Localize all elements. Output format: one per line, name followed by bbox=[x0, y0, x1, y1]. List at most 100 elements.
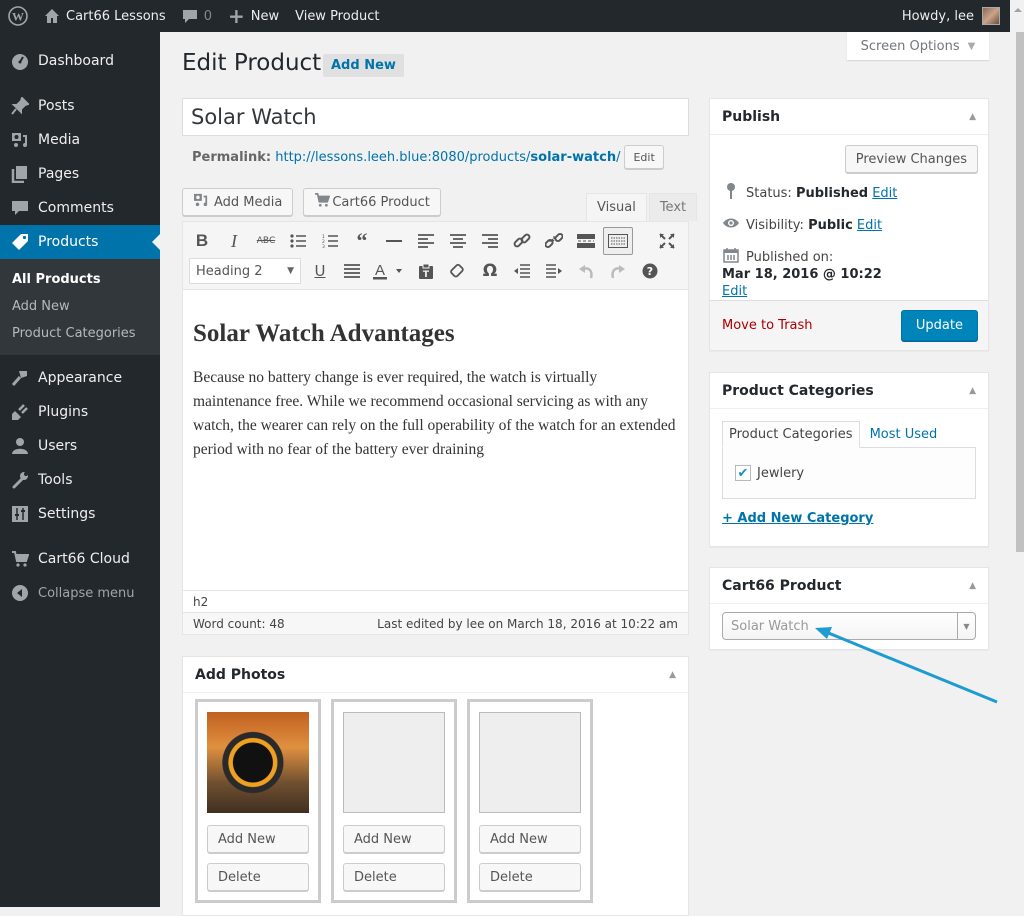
align-center-icon[interactable] bbox=[443, 227, 473, 255]
link-icon[interactable] bbox=[507, 227, 537, 255]
tab-visual[interactable]: Visual bbox=[586, 193, 647, 221]
photo-delete-button[interactable]: Delete bbox=[207, 863, 309, 891]
photo-delete-button[interactable]: Delete bbox=[479, 863, 581, 891]
editor-content-area[interactable]: Solar Watch Advantages Because no batter… bbox=[183, 290, 688, 590]
product-categories-header[interactable]: Product Categories ▲ bbox=[710, 373, 988, 409]
edit-permalink-button[interactable]: Edit bbox=[624, 145, 664, 169]
edit-status-link[interactable]: Edit bbox=[872, 186, 897, 201]
move-to-trash-link[interactable]: Move to Trash bbox=[722, 318, 813, 333]
cart66-product-header[interactable]: Cart66 Product ▲ bbox=[710, 568, 988, 604]
justify-icon[interactable] bbox=[337, 257, 367, 285]
update-button[interactable]: Update bbox=[900, 310, 978, 341]
add-photos-title: Add Photos bbox=[195, 666, 286, 683]
outdent-icon[interactable] bbox=[507, 257, 537, 285]
strikethrough-icon[interactable]: ABC bbox=[251, 227, 281, 255]
collapse-toggle-icon[interactable]: ▲ bbox=[969, 581, 976, 591]
preview-changes-button[interactable]: Preview Changes bbox=[844, 145, 978, 173]
collapse-toggle-icon[interactable]: ▲ bbox=[969, 112, 976, 122]
add-photos-box: Add Photos ▲ Add New Delete Add New Dele… bbox=[182, 656, 689, 916]
my-account-menu[interactable]: Howdy, lee bbox=[894, 0, 1010, 32]
cart66-product-select[interactable]: Solar Watch ▼ bbox=[722, 612, 976, 640]
photo-add-new-button[interactable]: Add New bbox=[207, 825, 309, 853]
bullet-list-icon[interactable] bbox=[283, 227, 313, 255]
add-media-button[interactable]: Add Media bbox=[182, 188, 294, 216]
bold-icon[interactable]: B bbox=[187, 227, 217, 255]
help-icon[interactable]: ? bbox=[635, 257, 665, 285]
page-scrollbar[interactable] bbox=[1010, 0, 1024, 907]
post-title-input[interactable]: Solar Watch bbox=[182, 98, 689, 136]
collapse-toggle-icon[interactable]: ▲ bbox=[669, 670, 676, 680]
sidebar-item-label: Products bbox=[38, 234, 99, 250]
add-new-category-link[interactable]: + Add New Category bbox=[722, 511, 976, 526]
indent-icon[interactable] bbox=[539, 257, 569, 285]
comments-link[interactable]: 0 bbox=[174, 0, 220, 32]
edit-date-link[interactable]: Edit bbox=[722, 284, 978, 299]
sidebar-item-settings[interactable]: Settings bbox=[0, 497, 160, 531]
sidebar-item-media[interactable]: Media bbox=[0, 123, 160, 157]
clear-formatting-icon[interactable] bbox=[443, 257, 473, 285]
sidebar-item-pages[interactable]: Pages bbox=[0, 157, 160, 191]
sidebar-item-users[interactable]: Users bbox=[0, 429, 160, 463]
photo-add-new-button[interactable]: Add New bbox=[343, 825, 445, 853]
horizontal-line-icon[interactable] bbox=[379, 227, 409, 255]
sidebar-item-plugins[interactable]: Plugins bbox=[0, 395, 160, 429]
permalink-link[interactable]: http://lessons.leeh.blue:8080/products/s… bbox=[275, 150, 620, 165]
read-more-icon[interactable] bbox=[571, 227, 601, 255]
submenu-add-new[interactable]: Add New bbox=[0, 293, 160, 320]
align-right-icon[interactable] bbox=[475, 227, 505, 255]
redo-icon[interactable] bbox=[603, 257, 633, 285]
sidebar-item-label: Settings bbox=[38, 506, 96, 522]
text-color-icon[interactable]: A bbox=[369, 257, 409, 285]
sidebar-item-comments[interactable]: Comments bbox=[0, 191, 160, 225]
edit-visibility-link[interactable]: Edit bbox=[857, 218, 882, 233]
sidebar-item-dashboard[interactable]: Dashboard bbox=[0, 44, 160, 78]
sidebar-item-tools[interactable]: Tools bbox=[0, 463, 160, 497]
sidebar-item-cart66-cloud[interactable]: Cart66 Cloud bbox=[0, 542, 160, 576]
special-character-icon[interactable]: Ω bbox=[475, 257, 505, 285]
site-name-link[interactable]: Cart66 Lessons bbox=[36, 0, 174, 32]
tab-most-used[interactable]: Most Used bbox=[860, 421, 944, 448]
tab-text[interactable]: Text bbox=[648, 193, 698, 221]
format-select[interactable]: Heading 2 ▼ bbox=[189, 258, 301, 284]
wordpress-logo-button[interactable]: W bbox=[0, 0, 36, 32]
photo-delete-button[interactable]: Delete bbox=[343, 863, 445, 891]
publish-header[interactable]: Publish ▲ bbox=[710, 99, 988, 135]
scroll-up-arrow[interactable] bbox=[1014, 4, 1022, 12]
category-tabs: Product Categories Most Used bbox=[722, 421, 976, 448]
status-label: Status: bbox=[746, 185, 792, 201]
fullscreen-icon[interactable] bbox=[652, 227, 682, 255]
scroll-thumb[interactable] bbox=[1016, 32, 1024, 552]
product-photo-thumbnail[interactable] bbox=[207, 712, 309, 813]
add-photos-header[interactable]: Add Photos ▲ bbox=[183, 657, 688, 693]
paste-as-text-icon[interactable]: T bbox=[411, 257, 441, 285]
view-product-link[interactable]: View Product bbox=[287, 0, 387, 32]
sidebar-item-appearance[interactable]: Appearance bbox=[0, 361, 160, 395]
unlink-icon[interactable] bbox=[539, 227, 569, 255]
sidebar-item-posts[interactable]: Posts bbox=[0, 89, 160, 123]
align-left-icon[interactable] bbox=[411, 227, 441, 255]
numbered-list-icon[interactable]: 123 bbox=[315, 227, 345, 255]
caret-down-icon: ▼ bbox=[287, 266, 294, 276]
tab-all-categories[interactable]: Product Categories bbox=[722, 421, 860, 448]
blockquote-icon[interactable]: “ bbox=[347, 227, 377, 255]
media-buttons: Add Media Cart66 Product bbox=[182, 188, 441, 216]
cart66-product-button[interactable]: Cart66 Product bbox=[303, 188, 441, 216]
category-checkbox[interactable]: ✔ bbox=[735, 465, 751, 481]
undo-icon[interactable] bbox=[571, 257, 601, 285]
greeting: Howdy, lee bbox=[901, 8, 974, 24]
sidebar-item-label: Pages bbox=[38, 166, 80, 182]
photo-add-new-button[interactable]: Add New bbox=[479, 825, 581, 853]
sidebar-item-label: Dashboard bbox=[38, 53, 114, 69]
add-new-product-button[interactable]: Add New bbox=[323, 54, 404, 77]
submenu-product-categories[interactable]: Product Categories bbox=[0, 320, 160, 347]
collapse-toggle-icon[interactable]: ▲ bbox=[969, 386, 976, 396]
screen-options-button[interactable]: Screen Options ▼ bbox=[847, 32, 989, 60]
underline-icon[interactable]: U bbox=[305, 257, 335, 285]
new-content-link[interactable]: + New bbox=[220, 0, 287, 32]
admin-bar: W Cart66 Lessons 0 + New View Product Ho… bbox=[0, 0, 1010, 32]
collapse-menu-button[interactable]: Collapse menu bbox=[0, 576, 160, 610]
submenu-all-products[interactable]: All Products bbox=[0, 266, 160, 293]
sidebar-item-products[interactable]: Products bbox=[0, 225, 160, 259]
toolbar-toggle-icon[interactable] bbox=[603, 227, 633, 255]
italic-icon[interactable]: I bbox=[219, 227, 249, 255]
